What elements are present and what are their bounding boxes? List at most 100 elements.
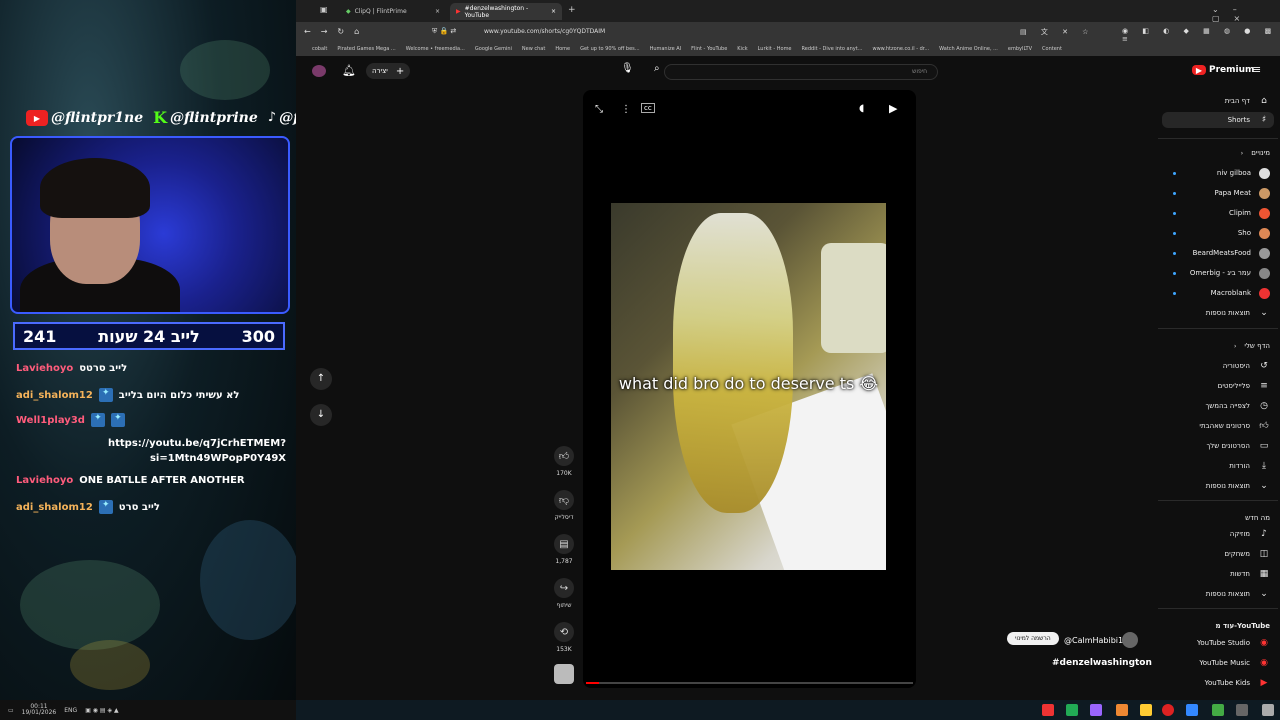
bookmark[interactable]: Reddit - Dive into anyt... — [802, 46, 863, 52]
sound-thumbnail[interactable] — [554, 664, 574, 684]
share-button[interactable]: ↪ שיתוף — [550, 578, 578, 609]
notification-icon[interactable]: ▭ — [8, 707, 14, 714]
tray-icons[interactable]: ▣ ◉ ▤ ◈ ▲ — [85, 707, 118, 714]
window-controls[interactable]: ⌄–▢× — [1212, 5, 1280, 23]
channel-avatar[interactable] — [1122, 632, 1138, 648]
youtube-header: 🔔︎ יצירה + 🎙︎ ⌕ חיפוש ▶ Premium ≡ — [296, 58, 1280, 86]
bookmark[interactable]: Content — [1042, 46, 1062, 52]
new-tab-icon[interactable]: + — [568, 5, 576, 15]
app-icon[interactable] — [1116, 704, 1128, 716]
show-more-button[interactable]: תוצאות נוספות ⌄ — [1206, 478, 1270, 494]
sidebar-item-sub[interactable]: Clipim — [1229, 205, 1270, 221]
sidebar-item-sub[interactable]: Macroblank — [1211, 285, 1270, 301]
windows-start-icon[interactable] — [1262, 704, 1274, 716]
video-frame[interactable]: what did bro do to deserve ts 😂 — [611, 203, 886, 570]
address-actions[interactable]: ▤ 文 ✕ ☆ — [1020, 27, 1094, 37]
browser-icon[interactable] — [1162, 704, 1174, 716]
sidebar-item-watch-later[interactable]: לצפייה בהמשך ◷ — [1205, 398, 1270, 414]
url-field[interactable]: www.youtube.com/shorts/cg0YQDTDAIM — [484, 28, 605, 35]
bookmark[interactable]: Google Gemini — [475, 46, 512, 52]
volume-icon[interactable]: ◖ — [859, 103, 864, 114]
captions-icon[interactable]: cc — [641, 103, 655, 113]
search-input[interactable]: חיפוש — [664, 64, 938, 80]
bookmark[interactable]: Get up to 90% off bes... — [580, 46, 639, 52]
app-icon[interactable] — [1236, 704, 1248, 716]
sidebar-item-shorts[interactable]: Shorts ♯ — [1162, 112, 1274, 128]
bookmark[interactable]: cobalt — [312, 46, 327, 52]
sidebar-item-home[interactable]: דף הבית ⌂ — [1225, 93, 1270, 109]
tab-actions-icon[interactable]: ▣ — [320, 5, 328, 14]
sidebar-item-history[interactable]: היסטוריה ↺ — [1223, 358, 1270, 374]
app-icon[interactable] — [1186, 704, 1198, 716]
channel-avatar — [1259, 167, 1270, 179]
channel-name[interactable]: @CalmHabibi1 — [1064, 636, 1123, 645]
browser-window: ▣ ◆ ClipQ | FlintPrime × ▶ #denzelwashingto… — [296, 0, 1280, 720]
tab-clipq[interactable]: ◆ ClipQ | FlintPrime × — [340, 3, 446, 20]
sidebar-item-sub[interactable]: Papa Meat — [1214, 185, 1270, 201]
sidebar-item-kids[interactable]: YouTube Kids ▶ — [1205, 675, 1270, 691]
avatar[interactable] — [312, 65, 326, 77]
previous-short-button[interactable]: ↑ — [310, 368, 332, 390]
steam-icon[interactable] — [1066, 704, 1078, 716]
bookmark[interactable]: www.htzone.co.il - dr... — [872, 46, 929, 52]
close-icon[interactable]: × — [435, 8, 440, 15]
remix-button[interactable]: ⟲ 153K — [550, 622, 578, 653]
sidebar-item-playlists[interactable]: פלייליסטים ≡ — [1218, 378, 1270, 394]
sidebar-item-sub[interactable]: Sho — [1238, 225, 1270, 241]
bookmark[interactable]: Flint - YouTube — [691, 46, 727, 52]
fullscreen-icon[interactable]: ⤡ — [595, 104, 603, 115]
progress-bar[interactable] — [586, 682, 913, 684]
bookmark[interactable]: Welcome • freemedia... — [406, 46, 465, 52]
sidebar-item-your-videos[interactable]: הסרטונים שלך ▭ — [1207, 438, 1270, 454]
sidebar-item-news[interactable]: חדשות ▦ — [1230, 566, 1270, 582]
play-icon[interactable]: ▶ — [889, 102, 897, 115]
bookmark[interactable]: Pirated Games Mega ... — [337, 46, 395, 52]
bookmark[interactable]: New chat — [522, 46, 545, 52]
sidebar-item-sub[interactable]: BeardMeatsFood — [1193, 245, 1270, 261]
comment-button[interactable]: ▤ 1,787 — [550, 534, 578, 565]
sidebar-item-downloads[interactable]: הורדות ⤓ — [1229, 458, 1270, 474]
sidebar-item-sub[interactable]: Omerbig - עמר ביג — [1190, 265, 1270, 281]
like-button[interactable]: 👍︎ 170K — [550, 446, 578, 477]
language-indicator[interactable]: ENG — [64, 707, 77, 714]
you-header[interactable]: › הדף שלי — [1234, 338, 1270, 354]
next-short-button[interactable]: ↓ — [310, 404, 332, 426]
tab-youtube[interactable]: ▶ #denzelwashington - YouTube × — [450, 3, 562, 20]
hashtag[interactable]: #denzelwashington — [1052, 658, 1152, 668]
extension-icons[interactable]: ◉ ◧ ◐ ◆ ▦ ◍ ● ▩ ≡ — [1122, 27, 1280, 43]
shield-icon[interactable]: ⛨ 🔒 ⇄ — [432, 27, 456, 36]
search-icon[interactable]: ⌕ — [654, 63, 660, 74]
show-more-button[interactable]: תוצאות נוספות ⌄ — [1206, 305, 1270, 321]
sidebar-item-music-app[interactable]: YouTube Music ◉ — [1199, 655, 1270, 671]
close-icon[interactable]: × — [551, 8, 556, 15]
sidebar-item-liked[interactable]: סרטונים שאהבתי 👍︎ — [1199, 418, 1270, 434]
app-icon[interactable] — [1212, 704, 1224, 716]
bookmark[interactable]: Humanize AI — [650, 46, 682, 52]
bookmark[interactable]: Watch Anime Online, ... — [939, 46, 998, 52]
youtube-logo[interactable]: ▶ Premium — [1192, 65, 1254, 75]
menu-icon[interactable]: ≡ — [1252, 63, 1261, 76]
dislike-button[interactable]: 👎︎ דיסלייק — [550, 490, 578, 521]
bookmark[interactable]: Kick — [737, 46, 747, 52]
more-from-youtube-header: עוד מ-YouTube — [1215, 622, 1270, 630]
mic-icon[interactable]: 🎙︎ — [621, 63, 634, 74]
youtube-app-icon[interactable] — [1042, 704, 1054, 716]
show-more-button[interactable]: תוצאות נוספות ⌄ — [1206, 586, 1270, 602]
subscribe-button[interactable]: הרשמה למינוי — [1007, 632, 1059, 645]
more-options-icon[interactable]: ⋮ — [621, 104, 631, 115]
bookmark[interactable]: Home — [555, 46, 570, 52]
sidebar-item-gaming[interactable]: משחקים ◫ — [1225, 546, 1270, 562]
folder-icon[interactable] — [1140, 704, 1152, 716]
shorts-player[interactable]: ⤡ ⋮ cc ◖ ▶ what did bro do to deserve ts… — [583, 90, 916, 688]
sidebar-item-sub[interactable]: niv gilboa — [1217, 165, 1270, 181]
sidebar-item-music[interactable]: מוזיקה ♪ — [1230, 526, 1270, 542]
chat-message: Laviehoyo לייב סרטס — [16, 363, 128, 374]
bell-icon[interactable]: 🔔︎ — [342, 64, 356, 77]
sidebar-item-studio[interactable]: YouTube Studio ◉ — [1197, 635, 1270, 651]
create-button[interactable]: יצירה + — [366, 63, 411, 79]
nav-buttons[interactable]: ←→↻⌂ — [304, 27, 369, 36]
subscriptions-header[interactable]: › מינויים — [1241, 145, 1270, 161]
bookmark[interactable]: embyILTV — [1008, 46, 1032, 52]
app-icon[interactable] — [1090, 704, 1102, 716]
bookmark[interactable]: Lurkit - Home — [758, 46, 792, 52]
